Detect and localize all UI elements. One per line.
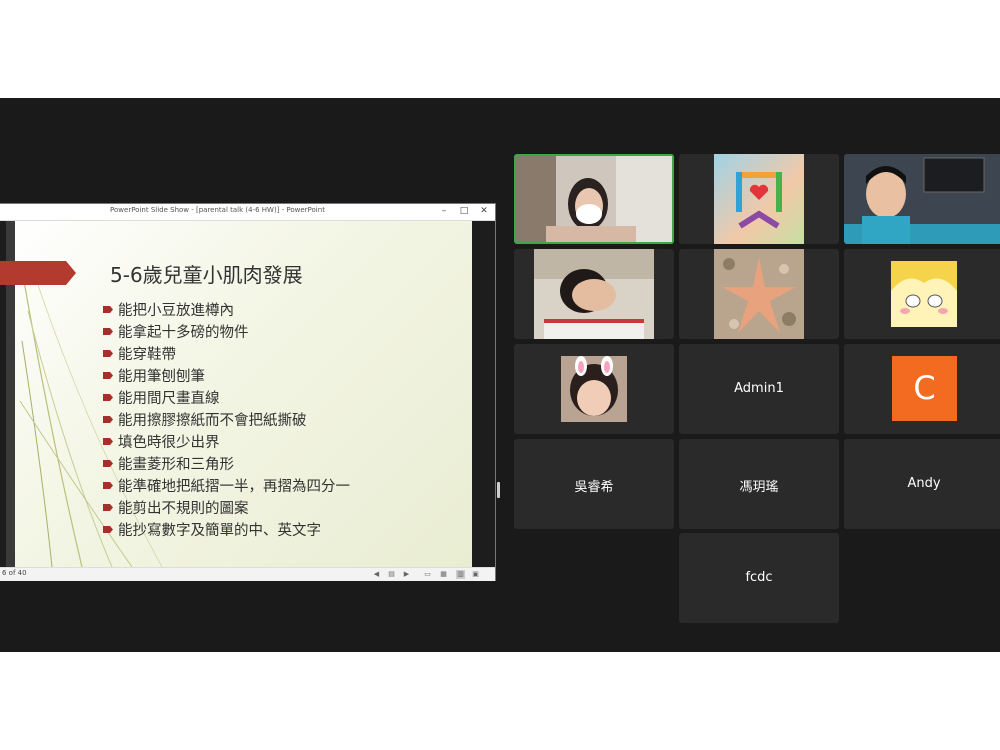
slide-view: 5-6歲兒童小肌肉發展 能把小豆放進樽內 能拿起十多磅的物件 能穿鞋帶 能用筆刨刨筆能… bbox=[0, 221, 495, 567]
participant-name: fcdc bbox=[745, 570, 773, 585]
participant-name: 吳睿希 bbox=[574, 480, 614, 495]
slide-counter: 6 of 40 bbox=[2, 569, 27, 577]
bullet-arrow-icon bbox=[103, 437, 113, 445]
participant-tile-video-1[interactable] bbox=[514, 154, 674, 244]
notes-icon[interactable]: ▤ bbox=[387, 570, 396, 579]
title-accent-arrow bbox=[0, 261, 76, 285]
slide-bullet-text: 能用擦膠擦紙而不會把紙撕破 bbox=[118, 412, 307, 429]
next-icon[interactable]: ▶ bbox=[402, 570, 411, 579]
slide-bullet-item: 能用擦膠擦紙而不會把紙撕破 bbox=[103, 408, 350, 430]
slide-heading: 5-6歲兒童小肌肉發展 bbox=[110, 263, 303, 287]
bullet-arrow-icon bbox=[103, 481, 113, 489]
participant-name: 馮玥瑤 bbox=[739, 480, 779, 495]
reading-view-icon[interactable]: ▥ bbox=[456, 570, 465, 579]
participant-video-boy bbox=[844, 154, 1000, 244]
bullet-arrow-icon bbox=[103, 459, 113, 467]
participant-tile-admin1[interactable]: Admin1 bbox=[679, 344, 839, 434]
slide-bullet-text: 能準確地把紙摺一半，再摺為四分一 bbox=[118, 478, 350, 495]
bullet-arrow-icon bbox=[103, 393, 113, 401]
meeting-stage: PowerPoint Slide Show - [parental talk (… bbox=[0, 98, 1000, 652]
slide-bullet-text: 能把小豆放進樽內 bbox=[118, 302, 234, 319]
slide-bullet-item: 能剪出不規則的圖案 bbox=[103, 496, 350, 518]
window-title-bar[interactable]: PowerPoint Slide Show - [parental talk (… bbox=[0, 204, 495, 221]
participant-video-masked-woman bbox=[516, 156, 672, 242]
participant-video-heart-logo bbox=[714, 154, 804, 244]
slide-bullet-list: 能把小豆放進樽內 能拿起十多磅的物件 能穿鞋帶能用筆刨刨筆 能用間尺畫直線能用擦膠擦紙… bbox=[103, 298, 350, 540]
participant-video-child-covering-face bbox=[534, 249, 654, 339]
video-frame bbox=[516, 156, 672, 242]
slide-bullet-item: 能拿起十多磅的物件 bbox=[103, 320, 350, 342]
slide-bullet-text: 能畫菱形和三角形 bbox=[118, 456, 234, 473]
participant-tile-wu[interactable]: 吳睿希 bbox=[514, 439, 674, 529]
participant-tile-video-2[interactable] bbox=[679, 154, 839, 244]
slide-bullet-text: 能穿鞋帶 bbox=[118, 346, 176, 363]
participant-name: Andy bbox=[907, 476, 941, 491]
slide-bullet-item: 填色時很少出界 bbox=[103, 430, 350, 452]
normal-view-icon[interactable]: ▭ bbox=[423, 570, 432, 579]
participant-tile-video-5[interactable] bbox=[679, 249, 839, 339]
bullet-arrow-icon bbox=[103, 415, 113, 423]
participant-tile-feng[interactable]: 馮玥瑤 bbox=[679, 439, 839, 529]
slide-sorter-icon[interactable]: ▦ bbox=[439, 570, 448, 579]
participant-video-cartoon bbox=[891, 261, 957, 327]
participant-name: Admin1 bbox=[734, 381, 784, 396]
starfish-image bbox=[722, 257, 796, 333]
bullet-arrow-icon bbox=[103, 525, 113, 533]
slide-bullet-text: 能剪出不規則的圖案 bbox=[118, 500, 249, 517]
close-button[interactable]: ✕ bbox=[477, 205, 491, 218]
participant-tile-video-3[interactable] bbox=[844, 154, 1000, 244]
slideshow-view-icon[interactable]: ▣ bbox=[471, 570, 480, 579]
slide-bullet-text: 填色時很少出界 bbox=[118, 434, 220, 451]
avatar: C bbox=[892, 356, 957, 421]
participant-tile-avatar-c[interactable]: C bbox=[844, 344, 1000, 434]
slideshow-status-bar: 6 of 40 ◀ ▤ ▶ ▭ ▦ ▥ ▣ bbox=[0, 567, 495, 581]
slide-bullet-text: 能抄寫數字及簡單的中、英文字 bbox=[118, 522, 321, 539]
slide-bullet-item: 能穿鞋帶 bbox=[103, 342, 350, 364]
video-frame bbox=[844, 157, 1000, 244]
logo-image bbox=[736, 172, 782, 229]
participant-tile-andy[interactable]: Andy bbox=[844, 439, 1000, 529]
cartoon-image bbox=[891, 261, 957, 314]
participant-video-girl-bunny-filter bbox=[561, 356, 627, 422]
slide-bullet-item: 能準確地把紙摺一半，再摺為四分一 bbox=[103, 474, 350, 496]
slide-bullet-text: 能用筆刨刨筆 bbox=[118, 368, 205, 385]
participant-tile-video-4[interactable] bbox=[514, 249, 674, 339]
participant-tile-video-7[interactable] bbox=[514, 344, 674, 434]
video-frame bbox=[534, 249, 654, 339]
prev-icon[interactable]: ◀ bbox=[372, 570, 381, 579]
slide-bullet-item: 能把小豆放進樽內 bbox=[103, 298, 350, 320]
bullet-arrow-icon bbox=[103, 349, 113, 357]
bullet-arrow-icon bbox=[103, 503, 113, 511]
bullet-arrow-icon bbox=[103, 327, 113, 335]
shared-screen-window[interactable]: PowerPoint Slide Show - [parental talk (… bbox=[0, 204, 495, 581]
participant-video-starfish bbox=[714, 249, 804, 339]
video-frame bbox=[570, 356, 618, 416]
window-title: PowerPoint Slide Show - [parental talk (… bbox=[110, 206, 325, 214]
slide-bullet-item: 能抄寫數字及簡單的中、英文字 bbox=[103, 518, 350, 540]
minimize-button[interactable]: – bbox=[437, 205, 451, 218]
slide-bullet-item: 能用筆刨刨筆 bbox=[103, 364, 350, 386]
bullet-arrow-icon bbox=[103, 371, 113, 379]
slide-bullet-text: 能拿起十多磅的物件 bbox=[118, 324, 249, 341]
slide-bullet-text: 能用間尺畫直線 bbox=[118, 390, 220, 407]
maximize-button[interactable]: □ bbox=[457, 205, 471, 218]
participant-tile-video-6[interactable] bbox=[844, 249, 1000, 339]
bullet-arrow-icon bbox=[103, 305, 113, 313]
slide-bullet-item: 能用間尺畫直線 bbox=[103, 386, 350, 408]
participant-tile-fcdc[interactable]: fcdc bbox=[679, 533, 839, 623]
slide-bullet-item: 能畫菱形和三角形 bbox=[103, 452, 350, 474]
split-drag-handle[interactable] bbox=[497, 482, 500, 498]
